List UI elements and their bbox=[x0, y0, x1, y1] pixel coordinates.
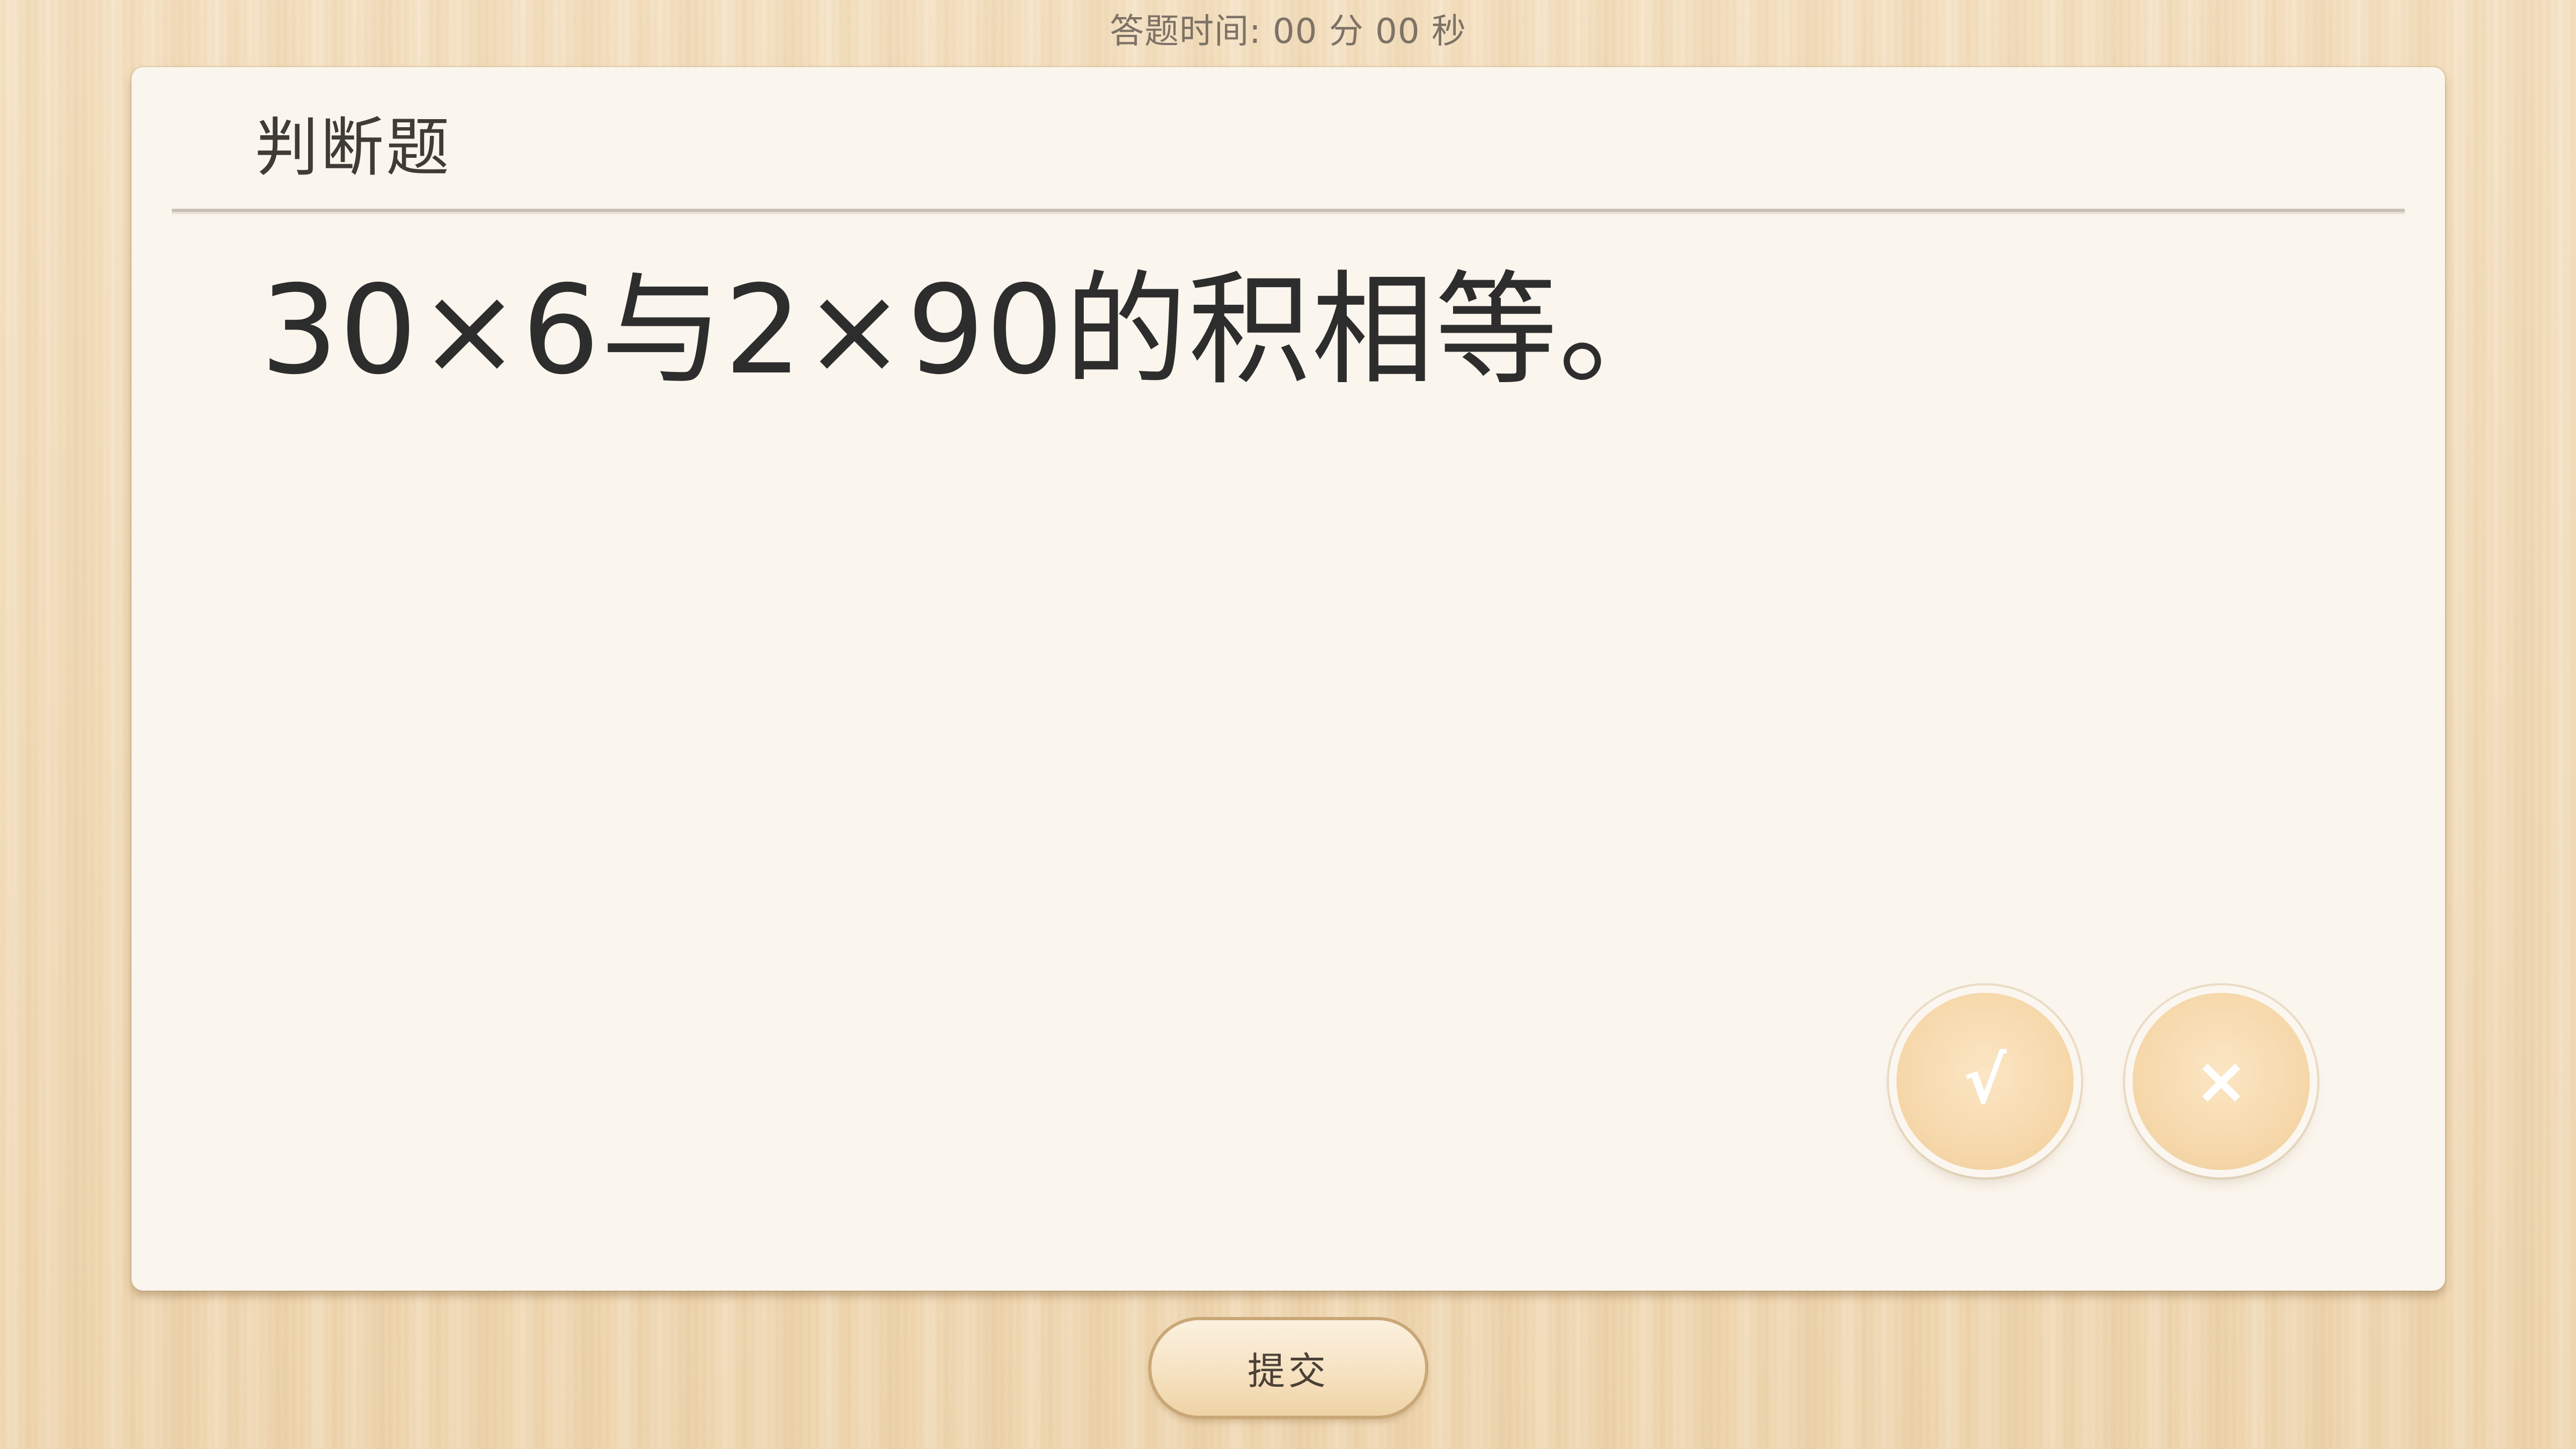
timer-minutes: 00 bbox=[1273, 12, 1318, 52]
title-divider bbox=[172, 209, 2405, 214]
timer-seconds-unit: 秒 bbox=[1431, 12, 1466, 52]
question-card: 判断题 30×6与2×90的积相等。 √ × bbox=[132, 67, 2445, 1291]
question-text: 30×6与2×90的积相等。 bbox=[260, 259, 1682, 401]
question-type-title: 判断题 bbox=[255, 111, 452, 185]
answer-timer: 答题时间: 00 分 00 秒 bbox=[0, 10, 2576, 54]
answer-false-button[interactable]: × bbox=[2133, 993, 2310, 1170]
timer-seconds: 00 bbox=[1375, 12, 1420, 52]
cross-icon: × bbox=[2194, 1044, 2249, 1118]
check-icon: √ bbox=[1963, 1044, 2007, 1118]
answer-true-button[interactable]: √ bbox=[1896, 993, 2074, 1170]
submit-button[interactable]: 提交 bbox=[1151, 1320, 1425, 1416]
submit-button-label: 提交 bbox=[1247, 1349, 1329, 1393]
timer-label: 答题时间: bbox=[1110, 12, 1261, 52]
timer-minutes-unit: 分 bbox=[1329, 12, 1364, 52]
